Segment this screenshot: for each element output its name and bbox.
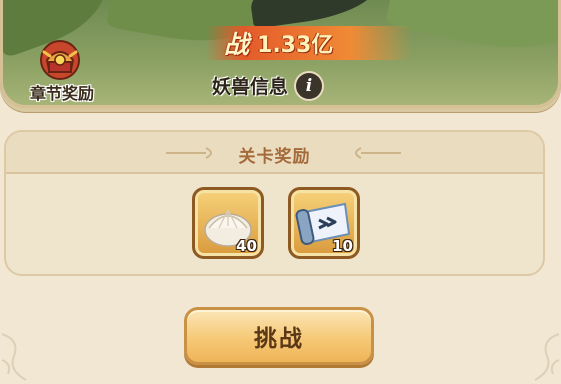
challenge-button-label: 挑战	[254, 326, 304, 352]
item-count: 10	[332, 237, 353, 255]
challenge-button[interactable]: 挑战	[184, 307, 374, 365]
battle-scene-panel: 战 1.33亿 妖兽信息 i 章节奖励	[0, 0, 561, 108]
stage-reward-panel: 关卡奖励 40 10	[4, 130, 545, 276]
right-corner-ornament-icon	[534, 333, 560, 381]
reward-item-scroll[interactable]: 10	[288, 187, 360, 259]
left-corner-ornament-icon	[1, 333, 27, 381]
reward-item-bun[interactable]: 40	[192, 187, 264, 259]
reward-title: 关卡奖励	[238, 147, 311, 167]
scene-frame	[0, 0, 561, 108]
item-count: 40	[236, 237, 257, 255]
reward-header: 关卡奖励	[6, 132, 543, 174]
right-header-ornament-icon	[355, 147, 401, 159]
